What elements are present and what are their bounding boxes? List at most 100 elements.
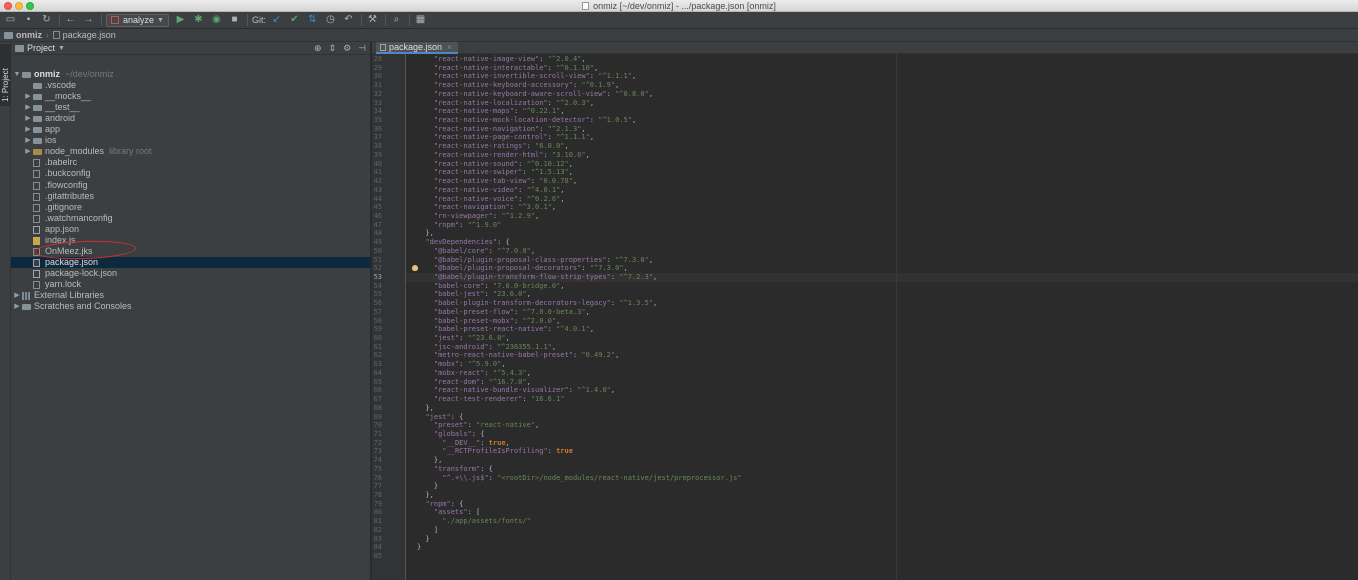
line-number: 71 xyxy=(373,429,382,438)
locate-file-icon[interactable]: ⊕ xyxy=(314,43,322,54)
expanded-arrow-icon[interactable]: ▼ xyxy=(13,69,21,80)
code-line: "rn-viewpager": "^1.2.9", xyxy=(433,211,540,220)
git-compare-icon[interactable]: ⇅ xyxy=(306,14,319,27)
breadcrumb-file[interactable]: package.json xyxy=(63,30,116,40)
code-line: "react-native-sound": "^0.10.12", xyxy=(433,159,573,168)
tree-item-app[interactable]: ▶ app xyxy=(11,124,371,135)
line-number: 77 xyxy=(373,482,382,491)
line-number: 50 xyxy=(373,246,382,255)
collapsed-arrow-icon[interactable]: ▶ xyxy=(24,91,32,102)
debug-icon[interactable]: ✱ xyxy=(192,14,205,27)
code-line: "react-native-keyboard-aware-scroll-view… xyxy=(433,89,654,98)
code-line: "preset": "react-native", xyxy=(433,421,540,430)
line-number: 52 xyxy=(373,264,382,273)
code-line: "__RCTProfileIsProfiling": true xyxy=(442,447,573,456)
hide-panel-icon[interactable]: ⊣ xyxy=(358,43,366,54)
run-configuration-label: analyze xyxy=(123,15,155,25)
run-with-coverage-icon[interactable]: ◉ xyxy=(210,14,223,27)
tree-item-gitignore[interactable]: .gitignore xyxy=(11,202,371,213)
tree-item-buckconfig[interactable]: .buckconfig xyxy=(11,168,371,179)
tree-item-app-json[interactable]: app.json xyxy=(11,224,371,235)
code-line: "mobx": "^5.9.0", xyxy=(433,360,506,369)
tree-item-yarn-lock[interactable]: yarn.lock xyxy=(11,279,371,290)
tree-item-node-modules[interactable]: ▶ node_modules library root xyxy=(11,146,371,157)
toolbar-separator xyxy=(246,14,248,26)
git-revert-icon[interactable]: ↶ xyxy=(342,14,355,27)
breadcrumb-project[interactable]: onmiz xyxy=(16,30,42,40)
editor-tab-package-json[interactable]: package.json × xyxy=(376,42,458,54)
main-toolbar: ▭ ▪ ↻ ← → analyze ▼ ▶ ✱ ◉ ■ Git: ↙ ✔ ⇅ ◷… xyxy=(0,12,1358,29)
code-line: "^.+\\.js$": "<rootDir>/node_modules/rea… xyxy=(442,473,742,482)
code-line: "globals": { xyxy=(433,429,485,438)
line-number: 78 xyxy=(373,491,382,499)
save-all-icon[interactable]: ▪ xyxy=(22,14,35,27)
forward-icon[interactable]: → xyxy=(82,14,95,27)
tree-item-onmiz[interactable]: ▼ onmiz ~/dev/onmiz xyxy=(11,69,371,80)
line-number: 34 xyxy=(373,107,382,116)
folder-icon xyxy=(4,31,13,39)
tree-item-label: node_modules library root xyxy=(45,146,152,157)
tree-item-scratches-and-consoles[interactable]: ▶ Scratches and Consoles xyxy=(11,301,371,312)
tree-item-flowconfig[interactable]: .flowconfig xyxy=(11,180,371,191)
collapsed-arrow-icon[interactable]: ▶ xyxy=(24,102,32,113)
code-editor[interactable]: 28 29 30 31 32 33 34 35 36 37 38 39 40 41 42 43 44 45 46 47… xyxy=(372,54,1358,580)
git-commit-icon[interactable]: ✔ xyxy=(288,14,301,27)
tree-item-watchmanconfig[interactable]: .watchmanconfig xyxy=(11,213,371,224)
line-number: 79 xyxy=(373,499,382,508)
collapsed-arrow-icon[interactable]: ▶ xyxy=(13,301,21,312)
toolbar-separator xyxy=(59,14,60,26)
project-structure-icon[interactable]: ▦ xyxy=(414,14,427,27)
file-icon xyxy=(33,181,40,190)
gear-icon[interactable]: ⚙ xyxy=(343,43,351,54)
git-update-project-icon[interactable]: ↙ xyxy=(270,14,283,27)
code-line: "react-native-maps": "^0.22.1", xyxy=(433,107,565,116)
back-icon[interactable]: ← xyxy=(64,14,77,27)
file-icon xyxy=(33,159,40,168)
synchronize-icon[interactable]: ↻ xyxy=(40,14,53,27)
collapsed-arrow-icon[interactable]: ▶ xyxy=(24,113,32,124)
code-line: "react-native-invertible-scroll-view": "… xyxy=(433,72,637,81)
project-panel-tools: ⊕ ⇕ ⚙ ⊣ xyxy=(307,42,366,55)
line-number: 39 xyxy=(373,150,382,159)
search-icon[interactable]: ⌕ xyxy=(390,14,403,27)
settings-wrench-icon[interactable]: ⚒ xyxy=(366,14,379,27)
line-number: 61 xyxy=(373,342,382,351)
tree-item-test[interactable]: ▶ __test__ xyxy=(11,102,371,113)
code-line: "babel-jest": "23.6.0", xyxy=(433,290,531,299)
tree-item-package-lock-json[interactable]: package-lock.json xyxy=(11,268,371,279)
collapsed-arrow-icon[interactable]: ▶ xyxy=(24,124,32,135)
json-file-icon xyxy=(380,43,386,51)
tree-item-external-libraries[interactable]: ▶ External Libraries xyxy=(11,290,371,301)
breadcrumb: onmiz › package.json xyxy=(0,29,1358,42)
chevron-down-icon[interactable]: ▼ xyxy=(58,45,65,52)
open-folder-icon[interactable]: ▭ xyxy=(4,14,17,27)
project-tool-window-tab[interactable]: 1: Project xyxy=(0,44,11,106)
collapsed-arrow-icon[interactable]: ▶ xyxy=(24,146,32,157)
code-line: "__DEV__": true, xyxy=(442,438,510,447)
collapsed-arrow-icon[interactable]: ▶ xyxy=(24,135,32,146)
tree-item-babelrc[interactable]: .babelrc xyxy=(11,157,371,168)
collapse-all-icon[interactable]: ⇕ xyxy=(329,43,337,54)
collapsed-arrow-icon[interactable]: ▶ xyxy=(13,290,21,301)
toolbar-separator xyxy=(384,14,386,26)
tree-item-mocks[interactable]: ▶ __mocks__ xyxy=(11,91,371,102)
line-number: 57 xyxy=(373,307,382,316)
tree-item-android[interactable]: ▶ android xyxy=(11,113,371,124)
library-folder-icon xyxy=(33,149,42,156)
code-line: } xyxy=(417,482,439,491)
run-icon[interactable]: ▶ xyxy=(174,14,187,27)
run-configuration-select[interactable]: analyze ▼ xyxy=(106,13,169,27)
tree-item-ios[interactable]: ▶ ios xyxy=(11,135,371,146)
line-number: 76 xyxy=(373,473,382,482)
toolbar-separator xyxy=(408,14,410,26)
json-file-icon xyxy=(33,225,40,234)
line-number-gutter[interactable]: 28 29 30 31 32 33 34 35 36 37 38 39 40 41 42 43 44 45 46 47… xyxy=(372,54,406,580)
git-history-icon[interactable]: ◷ xyxy=(324,14,337,27)
line-number: 63 xyxy=(373,360,382,369)
stop-icon[interactable]: ■ xyxy=(228,14,241,27)
close-icon[interactable]: × xyxy=(447,43,452,52)
code-line: "react-navigation": "^3.0.1", xyxy=(433,203,557,212)
tree-item-gitattributes[interactable]: .gitattributes xyxy=(11,191,371,202)
project-view-selector[interactable]: Project xyxy=(27,43,55,53)
tree-item-vscode[interactable]: .vscode xyxy=(11,80,371,91)
